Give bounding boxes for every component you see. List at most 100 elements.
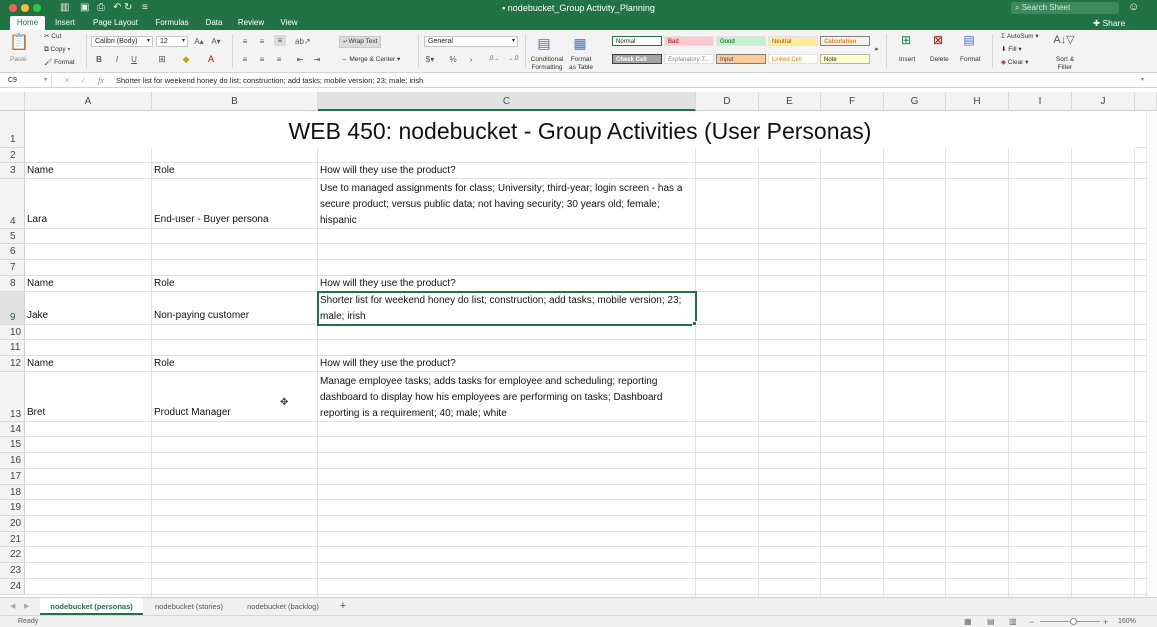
fill-button[interactable]: ⬇ Fill ▾: [1001, 46, 1022, 54]
row-header[interactable]: 17: [0, 469, 25, 485]
increase-decimal-icon[interactable]: .0→: [487, 54, 501, 65]
row-header[interactable]: 19: [0, 500, 25, 516]
account-icon[interactable]: ☺: [1128, 1, 1139, 13]
sort-filter-icon[interactable]: A↓▽: [1053, 35, 1075, 46]
number-format-select[interactable]: General ▾: [424, 36, 518, 47]
comma-icon[interactable]: ›: [466, 54, 476, 65]
zoom-in-icon[interactable]: +: [1103, 616, 1108, 627]
column-header-f[interactable]: F: [821, 92, 884, 111]
cell-c13[interactable]: Manage employee tasks; adds tasks for em…: [318, 374, 694, 422]
tab-home[interactable]: Home: [10, 16, 45, 30]
conditional-formatting-label[interactable]: Conditional Formatting: [529, 56, 565, 72]
font-size-select[interactable]: 12 ▾: [156, 36, 188, 47]
tab-page-layout[interactable]: Page Layout: [88, 16, 143, 30]
delete-cells-icon[interactable]: ⊠: [928, 34, 948, 46]
style-calculation[interactable]: Calculation: [820, 36, 870, 46]
cell-c3[interactable]: How will they use the product?: [318, 163, 456, 179]
row-header[interactable]: 24: [0, 579, 25, 595]
column-header-i[interactable]: I: [1009, 92, 1072, 111]
cell-b12[interactable]: Role: [152, 356, 175, 372]
cancel-icon[interactable]: ✕: [64, 73, 71, 88]
cut-button[interactable]: ✂ Cut: [44, 33, 61, 41]
select-all-corner[interactable]: [0, 92, 25, 111]
row-header[interactable]: 2: [0, 148, 25, 163]
column-header-j[interactable]: J: [1072, 92, 1135, 111]
cell-a3[interactable]: Name: [25, 163, 54, 179]
sheet-title-cell[interactable]: WEB 450: nodebucket - Group Activities (…: [25, 111, 1135, 148]
italic-button[interactable]: I: [112, 54, 122, 65]
conditional-formatting-icon[interactable]: ▤: [535, 34, 553, 52]
format-as-table-label[interactable]: Format as Table: [567, 56, 595, 72]
share-button[interactable]: ✚ Share: [1093, 16, 1125, 30]
cell-b3[interactable]: Role: [152, 163, 175, 179]
format-painter-button[interactable]: 🖌 Format: [44, 59, 75, 67]
row-header[interactable]: 22: [0, 547, 25, 563]
name-box-dropdown-icon[interactable]: ▾: [44, 73, 47, 88]
insert-cells-icon[interactable]: ⊞: [896, 34, 916, 46]
row-header[interactable]: 4: [0, 179, 25, 229]
row-header[interactable]: 5: [0, 229, 25, 244]
underline-button[interactable]: U: [129, 54, 139, 65]
increase-indent-icon[interactable]: ⇥: [312, 54, 322, 65]
column-header-a[interactable]: A: [25, 92, 152, 111]
cell-a4[interactable]: Lara: [25, 212, 47, 228]
zoom-level[interactable]: 160%: [1118, 616, 1136, 627]
row-header[interactable]: 9: [0, 292, 25, 325]
page-layout-view-icon[interactable]: ▤: [987, 616, 995, 627]
decrease-indent-icon[interactable]: ⇤: [295, 54, 305, 65]
row-header[interactable]: 23: [0, 563, 25, 579]
cell-b13[interactable]: Product Manager: [152, 405, 231, 421]
clear-button[interactable]: ◆ Clear ▾: [1001, 59, 1028, 67]
bold-button[interactable]: B: [94, 54, 104, 65]
row-header[interactable]: 11: [0, 340, 25, 356]
format-as-table-icon[interactable]: ▦: [571, 34, 589, 52]
column-header-c[interactable]: C: [318, 92, 696, 111]
worksheet-grid[interactable]: A B C D E F G H I J 1 2 3 4 5 6 7 8 9 10…: [0, 92, 1157, 597]
row-header[interactable]: 20: [0, 516, 25, 532]
row-header[interactable]: 3: [0, 163, 25, 179]
column-header-d[interactable]: D: [696, 92, 759, 111]
row-header[interactable]: 18: [0, 485, 25, 500]
cell-b4[interactable]: End-user - Buyer persona: [152, 212, 269, 228]
active-cell-selection[interactable]: [317, 291, 697, 326]
align-middle-icon[interactable]: ≡: [257, 36, 267, 47]
paste-icon[interactable]: 📋: [8, 33, 30, 53]
sheet-tab-personas[interactable]: nodebucket (personas): [40, 598, 143, 615]
merge-center-button[interactable]: ⇔ Merge & Center ▾: [341, 56, 400, 64]
row-header[interactable]: 16: [0, 453, 25, 469]
align-center-icon[interactable]: ≡: [257, 54, 267, 65]
row-header[interactable]: 14: [0, 422, 25, 437]
tab-data[interactable]: Data: [200, 16, 228, 30]
formula-input[interactable]: Shorter list for weekend honey do list; …: [116, 73, 423, 88]
row-header[interactable]: 7: [0, 260, 25, 276]
format-label[interactable]: Format: [960, 56, 981, 64]
cell-a12[interactable]: Name: [25, 356, 54, 372]
sort-filter-label[interactable]: Sort & Filter: [1055, 56, 1075, 72]
row-header[interactable]: 13: [0, 372, 25, 422]
add-sheet-button[interactable]: +: [333, 598, 353, 615]
vertical-scrollbar[interactable]: [1146, 111, 1157, 597]
increase-font-icon[interactable]: A▴: [193, 36, 205, 47]
fill-color-icon[interactable]: ◆: [180, 54, 192, 65]
styles-more-icon[interactable]: ▸: [873, 44, 881, 55]
style-neutral[interactable]: Neutral: [768, 36, 818, 46]
row-header[interactable]: 1: [0, 111, 25, 148]
tab-insert[interactable]: Insert: [50, 16, 80, 30]
column-header-h[interactable]: H: [946, 92, 1009, 111]
delete-label[interactable]: Delete: [930, 56, 949, 64]
align-left-icon[interactable]: ≡: [240, 54, 250, 65]
expand-formula-bar-icon[interactable]: ▾: [1141, 73, 1144, 88]
column-header-k[interactable]: [1135, 92, 1157, 111]
style-bad[interactable]: Bad: [664, 36, 714, 46]
style-normal[interactable]: Normal: [612, 36, 662, 46]
cell-c4[interactable]: Use to managed assignments for class; Un…: [318, 181, 694, 229]
wrap-text-button[interactable]: ⤶ Wrap Text: [339, 36, 382, 48]
style-linked-cell[interactable]: Linked Cell: [768, 54, 818, 64]
cell-c8[interactable]: How will they use the product?: [318, 276, 456, 292]
row-header[interactable]: 10: [0, 325, 25, 340]
cell-a13[interactable]: Bret: [25, 405, 45, 421]
decrease-decimal-icon[interactable]: →.0: [506, 54, 520, 65]
percent-icon[interactable]: %: [448, 54, 458, 65]
row-header[interactable]: 12: [0, 356, 25, 372]
column-header-b[interactable]: B: [152, 92, 318, 111]
